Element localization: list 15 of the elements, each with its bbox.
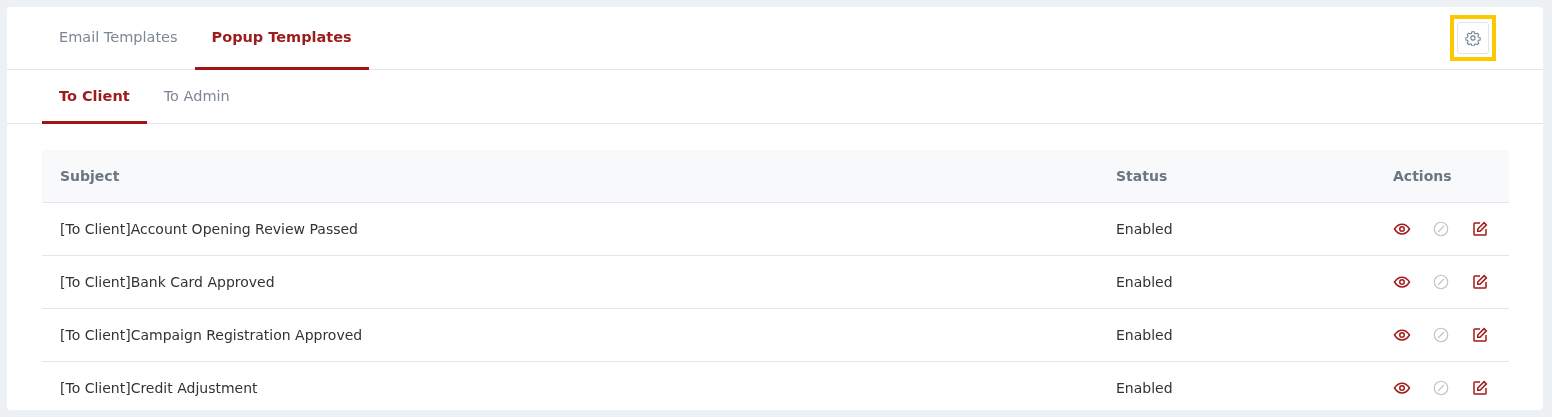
table-cell: [To Client]Bank Card Approved: [42, 255, 1098, 309]
tab[interactable]: To Client: [42, 70, 147, 124]
table-cell: Enabled: [1098, 308, 1375, 362]
table-cell: [To Client]Credit Adjustment: [42, 361, 1098, 410]
tab[interactable]: Popup Templates: [194, 7, 369, 70]
table-cell: [To Client]Account Opening Review Passed: [42, 202, 1098, 256]
table-cell: Enabled: [1098, 361, 1375, 410]
tab[interactable]: Email Templates: [42, 7, 195, 70]
table-cell: Enabled: [1098, 202, 1375, 256]
column-header: Actions: [1375, 150, 1509, 203]
tab[interactable]: To Admin: [146, 70, 247, 124]
table-cell: Enabled: [1098, 255, 1375, 309]
column-header: Subject: [42, 150, 1098, 203]
column-header: Status: [1098, 150, 1375, 203]
table-cell: [To Client]Campaign Registration Approved: [42, 308, 1098, 362]
